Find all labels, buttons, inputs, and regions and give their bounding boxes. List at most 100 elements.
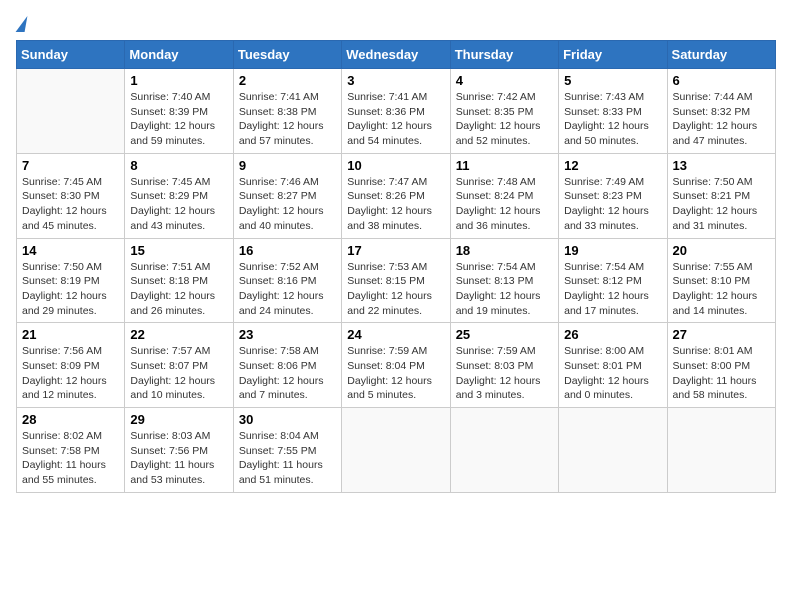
week-row-4: 21 Sunrise: 7:56 AM Sunset: 8:09 PM Dayli…: [17, 323, 776, 408]
day-number: 13: [673, 158, 770, 173]
calendar-cell: 1 Sunrise: 7:40 AM Sunset: 8:39 PM Daylig…: [125, 69, 233, 154]
day-info: Sunrise: 7:40 AM Sunset: 8:39 PM Dayligh…: [130, 90, 227, 149]
day-number: 2: [239, 73, 336, 88]
day-info: Sunrise: 7:45 AM Sunset: 8:29 PM Dayligh…: [130, 175, 227, 234]
day-info: Sunrise: 7:56 AM Sunset: 8:09 PM Dayligh…: [22, 344, 119, 403]
day-header-saturday: Saturday: [667, 41, 775, 69]
day-info: Sunrise: 7:50 AM Sunset: 8:19 PM Dayligh…: [22, 260, 119, 319]
calendar-cell: [17, 69, 125, 154]
day-info: Sunrise: 7:52 AM Sunset: 8:16 PM Dayligh…: [239, 260, 336, 319]
day-info: Sunrise: 7:59 AM Sunset: 8:04 PM Dayligh…: [347, 344, 444, 403]
week-row-1: 1 Sunrise: 7:40 AM Sunset: 8:39 PM Daylig…: [17, 69, 776, 154]
week-row-5: 28 Sunrise: 8:02 AM Sunset: 7:58 PM Dayli…: [17, 408, 776, 493]
week-row-2: 7 Sunrise: 7:45 AM Sunset: 8:30 PM Daylig…: [17, 153, 776, 238]
day-info: Sunrise: 7:47 AM Sunset: 8:26 PM Dayligh…: [347, 175, 444, 234]
day-number: 25: [456, 327, 553, 342]
calendar-cell: 13 Sunrise: 7:50 AM Sunset: 8:21 PM Dayli…: [667, 153, 775, 238]
day-info: Sunrise: 8:04 AM Sunset: 7:55 PM Dayligh…: [239, 429, 336, 488]
day-number: 18: [456, 243, 553, 258]
day-number: 27: [673, 327, 770, 342]
calendar-cell: 4 Sunrise: 7:42 AM Sunset: 8:35 PM Daylig…: [450, 69, 558, 154]
day-number: 23: [239, 327, 336, 342]
calendar-cell: 6 Sunrise: 7:44 AM Sunset: 8:32 PM Daylig…: [667, 69, 775, 154]
calendar-cell: 29 Sunrise: 8:03 AM Sunset: 7:56 PM Dayli…: [125, 408, 233, 493]
calendar-header-row: SundayMondayTuesdayWednesdayThursdayFrid…: [17, 41, 776, 69]
day-number: 1: [130, 73, 227, 88]
day-number: 19: [564, 243, 661, 258]
day-number: 30: [239, 412, 336, 427]
day-info: Sunrise: 7:54 AM Sunset: 8:13 PM Dayligh…: [456, 260, 553, 319]
calendar-cell: 15 Sunrise: 7:51 AM Sunset: 8:18 PM Dayli…: [125, 238, 233, 323]
calendar-cell: 12 Sunrise: 7:49 AM Sunset: 8:23 PM Dayli…: [559, 153, 667, 238]
day-number: 3: [347, 73, 444, 88]
day-number: 21: [22, 327, 119, 342]
day-info: Sunrise: 7:58 AM Sunset: 8:06 PM Dayligh…: [239, 344, 336, 403]
calendar-cell: 17 Sunrise: 7:53 AM Sunset: 8:15 PM Dayli…: [342, 238, 450, 323]
logo-brand: [16, 16, 27, 32]
day-number: 20: [673, 243, 770, 258]
calendar-cell: 10 Sunrise: 7:47 AM Sunset: 8:26 PM Dayli…: [342, 153, 450, 238]
day-info: Sunrise: 7:57 AM Sunset: 8:07 PM Dayligh…: [130, 344, 227, 403]
week-row-3: 14 Sunrise: 7:50 AM Sunset: 8:19 PM Dayli…: [17, 238, 776, 323]
day-number: 11: [456, 158, 553, 173]
day-info: Sunrise: 7:45 AM Sunset: 8:30 PM Dayligh…: [22, 175, 119, 234]
day-info: Sunrise: 7:49 AM Sunset: 8:23 PM Dayligh…: [564, 175, 661, 234]
calendar-cell: 25 Sunrise: 7:59 AM Sunset: 8:03 PM Dayli…: [450, 323, 558, 408]
day-number: 29: [130, 412, 227, 427]
calendar-cell: 27 Sunrise: 8:01 AM Sunset: 8:00 PM Dayli…: [667, 323, 775, 408]
day-number: 24: [347, 327, 444, 342]
day-info: Sunrise: 7:43 AM Sunset: 8:33 PM Dayligh…: [564, 90, 661, 149]
day-number: 16: [239, 243, 336, 258]
day-info: Sunrise: 7:53 AM Sunset: 8:15 PM Dayligh…: [347, 260, 444, 319]
day-number: 15: [130, 243, 227, 258]
day-header-thursday: Thursday: [450, 41, 558, 69]
calendar-cell: 16 Sunrise: 7:52 AM Sunset: 8:16 PM Dayli…: [233, 238, 341, 323]
calendar-cell: 9 Sunrise: 7:46 AM Sunset: 8:27 PM Daylig…: [233, 153, 341, 238]
day-info: Sunrise: 8:03 AM Sunset: 7:56 PM Dayligh…: [130, 429, 227, 488]
header: [16, 16, 776, 32]
day-number: 14: [22, 243, 119, 258]
day-number: 5: [564, 73, 661, 88]
calendar-cell: 8 Sunrise: 7:45 AM Sunset: 8:29 PM Daylig…: [125, 153, 233, 238]
calendar-cell: 26Sunrise: 8:00 AM Sunset: 8:01 PM Dayli…: [559, 323, 667, 408]
calendar-cell: 20 Sunrise: 7:55 AM Sunset: 8:10 PM Dayli…: [667, 238, 775, 323]
day-number: 28: [22, 412, 119, 427]
day-number: 6: [673, 73, 770, 88]
day-info: Sunrise: 7:41 AM Sunset: 8:38 PM Dayligh…: [239, 90, 336, 149]
calendar-cell: 30 Sunrise: 8:04 AM Sunset: 7:55 PM Dayli…: [233, 408, 341, 493]
day-info: Sunrise: 7:41 AM Sunset: 8:36 PM Dayligh…: [347, 90, 444, 149]
day-header-tuesday: Tuesday: [233, 41, 341, 69]
day-number: 9: [239, 158, 336, 173]
calendar-cell: 23 Sunrise: 7:58 AM Sunset: 8:06 PM Dayli…: [233, 323, 341, 408]
day-info: Sunrise: 7:44 AM Sunset: 8:32 PM Dayligh…: [673, 90, 770, 149]
day-info: Sunrise: 7:42 AM Sunset: 8:35 PM Dayligh…: [456, 90, 553, 149]
day-header-friday: Friday: [559, 41, 667, 69]
day-header-sunday: Sunday: [17, 41, 125, 69]
calendar-cell: 19Sunrise: 7:54 AM Sunset: 8:12 PM Dayli…: [559, 238, 667, 323]
day-number: 22: [130, 327, 227, 342]
day-info: Sunrise: 7:55 AM Sunset: 8:10 PM Dayligh…: [673, 260, 770, 319]
day-info: Sunrise: 7:59 AM Sunset: 8:03 PM Dayligh…: [456, 344, 553, 403]
calendar-cell: 5 Sunrise: 7:43 AM Sunset: 8:33 PM Daylig…: [559, 69, 667, 154]
day-number: 12: [564, 158, 661, 173]
calendar-cell: [450, 408, 558, 493]
calendar-cell: 28 Sunrise: 8:02 AM Sunset: 7:58 PM Dayli…: [17, 408, 125, 493]
day-header-monday: Monday: [125, 41, 233, 69]
day-info: Sunrise: 7:50 AM Sunset: 8:21 PM Dayligh…: [673, 175, 770, 234]
day-info: Sunrise: 8:02 AM Sunset: 7:58 PM Dayligh…: [22, 429, 119, 488]
calendar-cell: [667, 408, 775, 493]
day-info: Sunrise: 8:01 AM Sunset: 8:00 PM Dayligh…: [673, 344, 770, 403]
day-number: 7: [22, 158, 119, 173]
calendar-cell: 2 Sunrise: 7:41 AM Sunset: 8:38 PM Daylig…: [233, 69, 341, 154]
day-header-wednesday: Wednesday: [342, 41, 450, 69]
day-number: 10: [347, 158, 444, 173]
calendar-cell: 11Sunrise: 7:48 AM Sunset: 8:24 PM Dayli…: [450, 153, 558, 238]
calendar-cell: 14 Sunrise: 7:50 AM Sunset: 8:19 PM Dayli…: [17, 238, 125, 323]
day-number: 4: [456, 73, 553, 88]
day-number: 17: [347, 243, 444, 258]
day-number: 26: [564, 327, 661, 342]
day-info: Sunrise: 7:51 AM Sunset: 8:18 PM Dayligh…: [130, 260, 227, 319]
logo: [16, 16, 27, 32]
day-info: Sunrise: 7:46 AM Sunset: 8:27 PM Dayligh…: [239, 175, 336, 234]
day-number: 8: [130, 158, 227, 173]
